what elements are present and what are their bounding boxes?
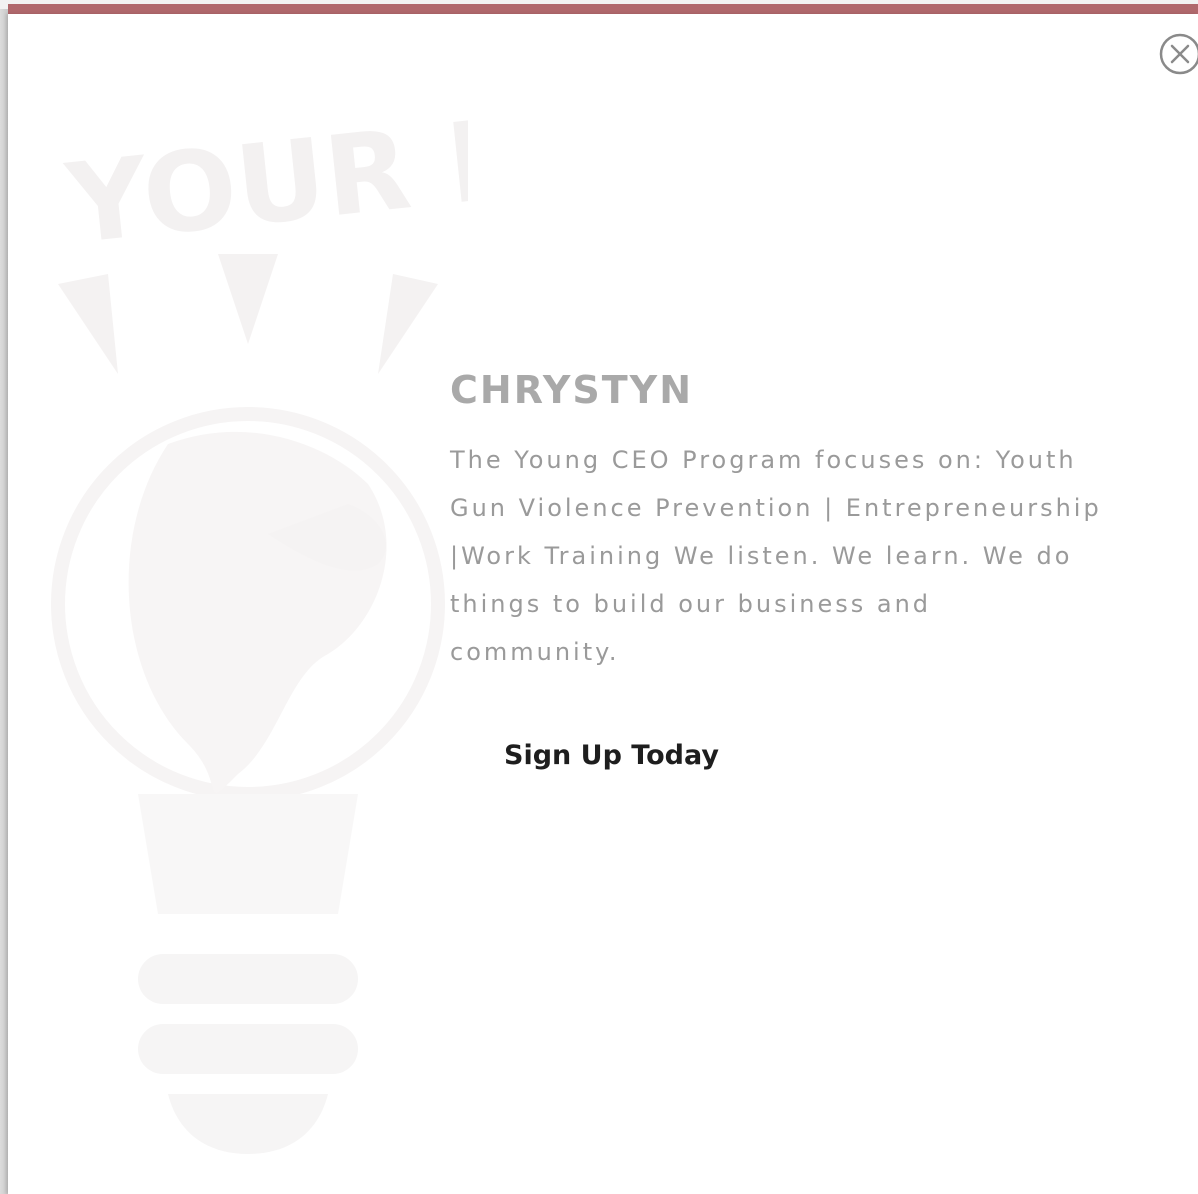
lightbulb-globe-icon: YOUR ID — [51, 114, 468, 1154]
close-button[interactable] — [1158, 32, 1198, 76]
close-circle-icon — [1159, 33, 1198, 75]
page: YOUR ID CHRYSTYN The Young CEO Program f… — [0, 0, 1198, 1194]
modal-content: CHRYSTYN The Young CEO Program focuses o… — [450, 368, 1130, 771]
modal-heading: CHRYSTYN — [450, 368, 693, 412]
background-page-edge — [0, 9, 8, 1194]
sign-up-button[interactable]: Sign Up Today — [504, 740, 719, 771]
modal-description: The Young CEO Program focuses on: Youth … — [450, 445, 1102, 666]
watermark-text: YOUR ID — [59, 114, 468, 269]
modal-accent-bar — [8, 4, 1198, 14]
